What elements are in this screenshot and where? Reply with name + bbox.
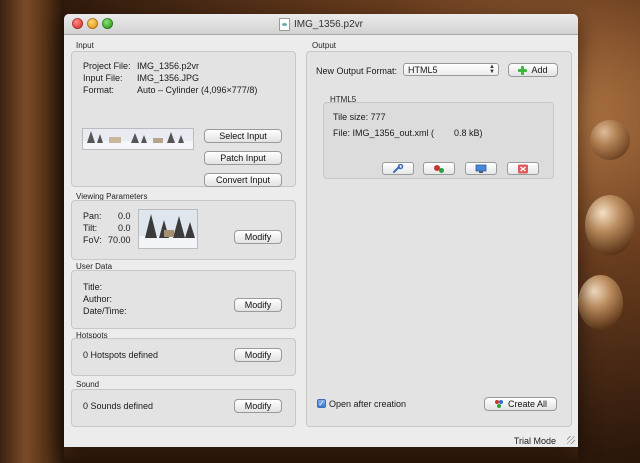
sounds-status: 0 Sounds defined xyxy=(83,401,154,411)
create-all-icon xyxy=(494,400,503,408)
convert-input-button[interactable]: Convert Input xyxy=(204,173,282,187)
new-output-format-label: New Output Format: xyxy=(316,66,398,76)
fov-value: 70.00 xyxy=(108,235,131,245)
format-value: Auto – Cylinder (4,096×777/8) xyxy=(137,85,258,95)
sound-group: 0 Sounds defined Modify xyxy=(71,389,296,427)
select-input-button[interactable]: Select Input xyxy=(204,129,282,143)
hotspots-group: 0 Hotspots defined Modify xyxy=(71,338,296,376)
output-format-select[interactable]: HTML5 ▲ ▼ xyxy=(403,63,499,76)
pan-value: 0.0 xyxy=(118,211,131,221)
create-all-button[interactable]: Create All xyxy=(484,397,557,411)
output-settings-button[interactable] xyxy=(382,162,414,175)
background-chestnut xyxy=(578,275,623,330)
pan-label: Pan: xyxy=(83,211,102,221)
tile-size-text: Tile size: 777 xyxy=(333,112,386,122)
background-chestnut xyxy=(590,120,630,160)
output-file-text: File: IMG_1356_out.xml ( xyxy=(333,128,435,138)
sound-section-label: Sound xyxy=(76,380,100,389)
project-file-value: IMG_1356.p2vr xyxy=(137,61,200,71)
viewing-parameters-group: Pan: 0.0 Tilt: 0.0 FoV: 70.00 Modify xyxy=(71,200,296,260)
input-file-label: Input File: xyxy=(83,73,123,83)
desktop-background-left xyxy=(0,0,64,463)
monitor-icon xyxy=(475,164,487,173)
open-after-creation-label: Open after creation xyxy=(329,399,407,409)
delete-x-icon xyxy=(518,164,528,173)
plus-icon xyxy=(518,65,528,75)
document-icon xyxy=(279,17,291,31)
output-preview-button[interactable] xyxy=(465,162,497,175)
tilt-label: Tilt: xyxy=(83,223,98,233)
input-panorama-thumbnail xyxy=(82,128,194,150)
fov-label: FoV: xyxy=(83,235,102,245)
format-label: Format: xyxy=(83,85,115,95)
patch-input-button[interactable]: Patch Input xyxy=(204,151,282,165)
input-group: Project File: IMG_1356.p2vr Input File: … xyxy=(71,51,296,187)
gears-icon xyxy=(434,164,444,173)
app-window: IMG_1356.p2vr Input Project File: IMG_13… xyxy=(64,14,578,447)
resize-grip-icon[interactable] xyxy=(567,436,575,444)
trial-mode-status: Trial Mode xyxy=(513,436,556,446)
output-format-selected: HTML5 xyxy=(408,64,438,75)
output-delete-button[interactable] xyxy=(507,162,539,175)
input-file-value: IMG_1356.JPG xyxy=(137,73,200,83)
background-chestnut xyxy=(585,195,635,255)
desktop-background-bottom xyxy=(64,447,578,463)
title-bar[interactable]: IMG_1356.p2vr xyxy=(64,14,578,35)
add-label: Add xyxy=(531,65,548,75)
datetime-label: Date/Time: xyxy=(83,306,127,316)
open-after-creation-checkbox[interactable]: ✓ xyxy=(317,399,326,408)
user-data-group: Title: Author: Date/Time: Modify xyxy=(71,270,296,329)
window-title: IMG_1356.p2vr xyxy=(294,18,363,30)
user-data-modify-button[interactable]: Modify xyxy=(234,298,282,312)
title-label: Title: xyxy=(83,282,103,292)
output-file-size: 0.8 kB) xyxy=(454,128,483,138)
sound-modify-button[interactable]: Modify xyxy=(234,399,282,413)
add-output-button[interactable]: Add xyxy=(508,63,558,77)
tilt-value: 0.0 xyxy=(118,223,131,233)
author-label: Author: xyxy=(83,294,113,304)
input-section-label: Input xyxy=(76,41,94,50)
output-section-label: Output xyxy=(312,41,337,50)
wrench-icon xyxy=(393,163,404,173)
output-group: New Output Format: HTML5 ▲ ▼ Add HTML5 Ti… xyxy=(306,51,572,427)
view-preview-thumbnail xyxy=(138,209,198,249)
hotspots-status: 0 Hotspots defined xyxy=(83,350,159,360)
create-all-label: Create All xyxy=(507,399,548,409)
output-hotspot-styles-button[interactable] xyxy=(423,162,455,175)
select-arrows-icon: ▲ ▼ xyxy=(489,64,495,75)
project-file-label: Project File: xyxy=(83,61,131,71)
viewing-modify-button[interactable]: Modify xyxy=(234,230,282,244)
hotspots-modify-button[interactable]: Modify xyxy=(234,348,282,362)
